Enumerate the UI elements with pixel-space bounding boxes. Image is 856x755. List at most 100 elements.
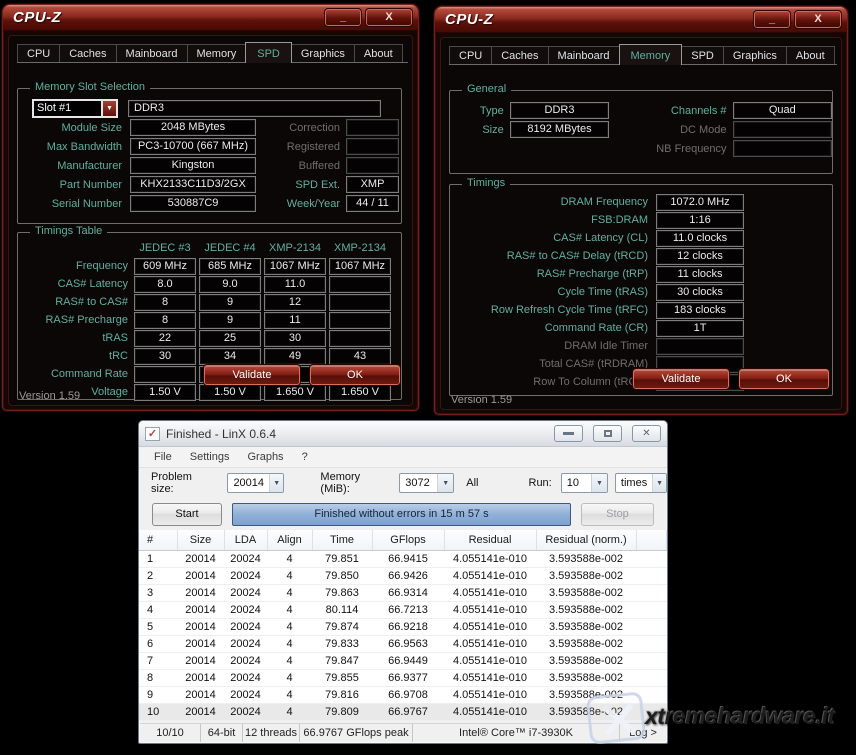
problem-size-label: Problem size: [151,471,216,495]
timing-row: DRAM Idle Timer [450,337,832,355]
tab-caches[interactable]: Caches [59,44,116,62]
close-icon[interactable]: ✕ [632,425,661,442]
dropdown-arrow-icon[interactable]: ▼ [101,101,116,116]
menu-settings[interactable]: Settings [181,449,239,465]
close-icon[interactable]: X [795,11,841,28]
cell-residual: 4.055141e-010 [444,635,536,652]
tab-spd[interactable]: SPD [245,42,292,63]
cell-spacer [636,618,667,635]
cell-size: 20014 [177,703,224,720]
toolbar: Problem size: 20014 ▼ Memory (MiB): 3072… [139,468,667,498]
field-label: Channels # [609,105,726,117]
minimize-icon[interactable] [554,425,583,442]
menu-file[interactable]: File [145,449,181,465]
dropdown-arrow-icon: ▼ [652,474,666,492]
memory-type-field: DDR3 [128,100,381,117]
tab-graphics[interactable]: Graphics [723,46,787,64]
menu-graphs[interactable]: Graphs [238,449,292,465]
column-header[interactable]: Size [177,530,224,550]
tab-about[interactable]: About [786,46,835,64]
status-threads: 12 threads [243,724,300,742]
cell-residual-norm: 3.593588e-002 [536,601,636,618]
slot-select[interactable]: Slot #1 ▼ [32,99,118,118]
run-count-select[interactable]: 10 ▼ [561,473,608,493]
validate-button[interactable]: Validate [204,365,300,385]
linx-titlebar[interactable]: ✓ Finished - LinX 0.6.4 ✕ [139,421,667,447]
slot-value: Slot #1 [34,101,101,116]
timing-cell: 8.0 [134,276,196,293]
run-count-value: 10 [562,474,591,492]
column-header[interactable]: LDA [224,530,267,550]
stop-button[interactable]: Stop [581,503,654,526]
cell-residual: 4.055141e-010 [444,618,536,635]
minimize-icon[interactable]: _ [754,11,790,28]
timing-row: Command Rate (CR) 1T [450,319,832,337]
tab-bar: CPU Caches Mainboard Memory SPD Graphics… [17,41,408,63]
cell-gflops: 66.9415 [372,550,444,567]
table-row[interactable]: 5 20014 20024 4 79.874 66.9218 4.055141e… [139,618,667,635]
timings-row: Frequency 609 MHz 685 MHz 1067 MHz 1067 … [32,257,401,275]
run-controls: Start Finished without errors in 15 m 57… [139,498,667,530]
tab-memory[interactable]: Memory [187,44,247,62]
memory-select[interactable]: 3072 ▼ [399,473,454,493]
max-bandwidth-field: PC3-10700 (667 MHz) [130,138,256,155]
close-icon[interactable]: X [366,9,412,26]
table-row[interactable]: 2 20014 20024 4 79.850 66.9426 4.055141e… [139,567,667,584]
memory-slot-selection-group: Memory Slot Selection Slot #1 ▼ DDR3 Mod… [17,88,402,224]
cell-align: 4 [267,635,312,652]
timing-cell: 1.650 V [264,384,326,401]
table-row[interactable]: 6 20014 20024 4 79.833 66.9563 4.055141e… [139,635,667,652]
column-header[interactable]: Residual [444,530,536,550]
cell-index: 8 [139,669,177,686]
cell-residual: 4.055141e-010 [444,703,536,720]
tab-cpu[interactable]: CPU [17,44,60,62]
cell-index: 5 [139,618,177,635]
cell-gflops: 66.7213 [372,601,444,618]
nb-frequency-field [733,140,832,157]
tab-caches[interactable]: Caches [491,46,548,64]
tab-cpu[interactable]: CPU [449,46,492,64]
cell-gflops: 66.9218 [372,618,444,635]
problem-size-select[interactable]: 20014 ▼ [227,473,284,493]
table-row[interactable]: 7 20014 20024 4 79.847 66.9449 4.055141e… [139,652,667,669]
table-row[interactable]: 4 20014 20024 4 80.114 66.7213 4.055141e… [139,601,667,618]
ok-button[interactable]: OK [310,365,400,385]
cpuz-spd-titlebar[interactable]: CPU-Z _ X [3,5,418,31]
field-label: Registered [256,141,340,153]
dropdown-arrow-icon: ▼ [591,474,607,492]
cpuz-memory-titlebar[interactable]: CPU-Z _ X [435,7,847,33]
column-header[interactable]: GFlops [372,530,444,550]
cell-size: 20014 [177,567,224,584]
timing-label: Row Refresh Cycle Time (tRFC) [450,304,648,316]
cell-spacer [636,669,667,686]
start-button[interactable]: Start [152,503,222,526]
dc-mode-field [733,121,832,138]
column-header[interactable]: Time [312,530,372,550]
column-header[interactable]: Residual (norm.) [536,530,636,550]
timing-label: Row To Column (tRCD) [450,376,648,388]
table-row[interactable]: 3 20014 20024 4 79.863 66.9314 4.055141e… [139,584,667,601]
timing-label: CAS# Latency (CL) [450,232,648,244]
column-header[interactable]: Align [267,530,312,550]
table-row[interactable]: 8 20014 20024 4 79.855 66.9377 4.055141e… [139,669,667,686]
table-row[interactable]: 1 20014 20024 4 79.851 66.9415 4.055141e… [139,550,667,567]
restore-icon[interactable] [593,425,622,442]
column-header[interactable]: # [139,530,177,550]
run-unit-select[interactable]: times ▼ [615,473,667,493]
tab-memory[interactable]: Memory [619,44,683,65]
cell-lda: 20024 [224,652,267,669]
validate-button[interactable]: Validate [633,369,729,389]
tab-graphics[interactable]: Graphics [291,44,355,62]
tab-mainboard[interactable]: Mainboard [548,46,620,64]
timings-row: tRC 30 34 49 43 [32,347,401,365]
tab-mainboard[interactable]: Mainboard [116,44,188,62]
minimize-icon[interactable]: _ [325,9,361,26]
timing-label: Total CAS# (tRDRAM) [450,358,648,370]
tab-about[interactable]: About [354,44,403,62]
ok-button[interactable]: OK [739,369,829,389]
timing-label: tRC [32,350,128,362]
cell-gflops: 66.9449 [372,652,444,669]
tab-spd[interactable]: SPD [681,46,724,64]
cell-lda: 20024 [224,669,267,686]
menu-help[interactable]: ? [293,449,317,465]
